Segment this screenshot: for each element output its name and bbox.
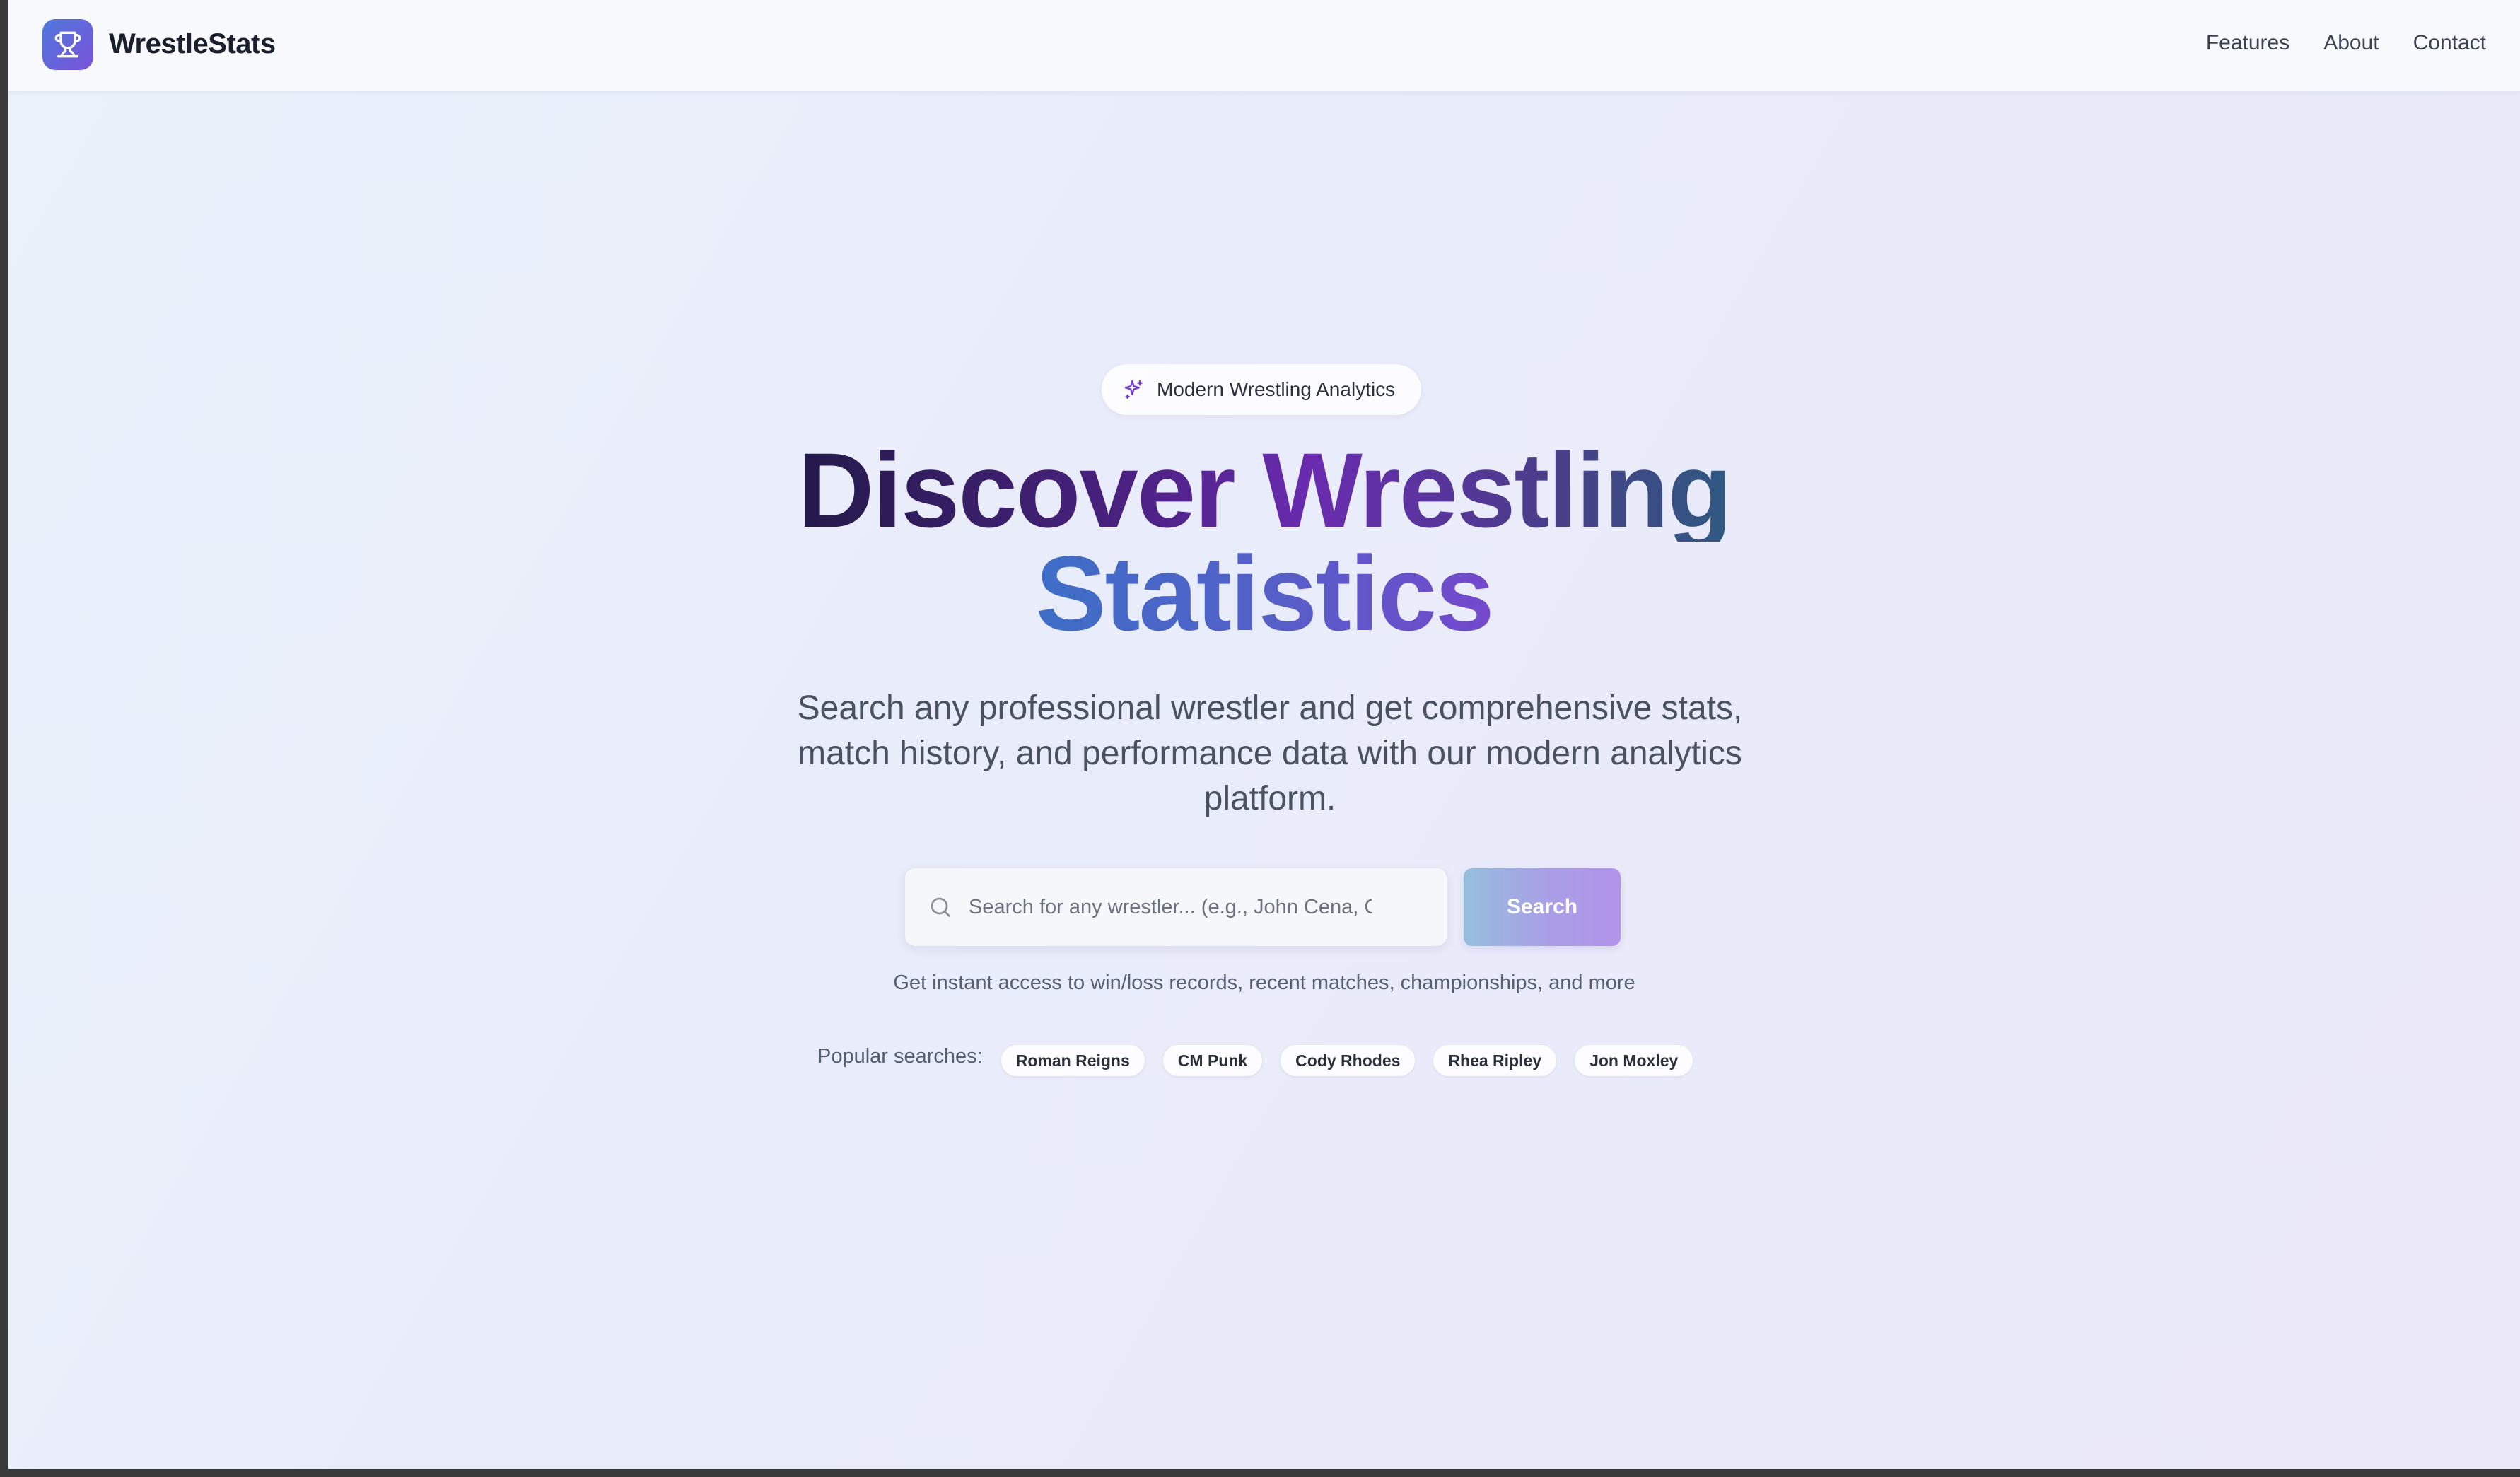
- hero-title: Discover Wrestling Statistics: [8, 431, 2520, 653]
- search-field[interactable]: [905, 868, 1447, 946]
- popular-chip-cody-rhodes[interactable]: Cody Rhodes: [1281, 1045, 1416, 1076]
- popular-searches-label: Popular searches:: [817, 1044, 983, 1068]
- popular-searches: Popular searches: Roman Reigns CM Punk C…: [817, 1045, 1693, 1076]
- sparkles-icon: [1124, 380, 1143, 399]
- hero-title-line-2: Statistics: [1035, 534, 1495, 653]
- search-button[interactable]: Search: [1464, 868, 1621, 946]
- badge-label: Modern Wrestling Analytics: [1157, 378, 1396, 400]
- nav-link-about[interactable]: About: [2323, 31, 2379, 55]
- app-window: WrestleStats Features About Contact Mode…: [8, 0, 2520, 1469]
- hero-subtitle: Search any professional wrestler and get…: [797, 689, 1743, 817]
- nav-link-contact[interactable]: Contact: [2413, 31, 2486, 55]
- search-helper-text: Get instant access to win/loss records, …: [893, 971, 1635, 994]
- search-input[interactable]: [967, 894, 1373, 920]
- main-nav: Features About Contact: [2206, 31, 2486, 55]
- hero-badge: Modern Wrestling Analytics: [1102, 364, 1421, 415]
- brand-name[interactable]: WrestleStats: [109, 28, 276, 60]
- logo[interactable]: [42, 19, 93, 70]
- popular-chip-roman-reigns[interactable]: Roman Reigns: [1001, 1045, 1145, 1076]
- top-navbar: WrestleStats Features About Contact: [8, 0, 2520, 92]
- popular-chip-cm-punk[interactable]: CM Punk: [1162, 1045, 1263, 1076]
- search-icon: [931, 897, 951, 918]
- popular-chip-rhea-ripley[interactable]: Rhea Ripley: [1433, 1045, 1557, 1076]
- popular-chip-jon-moxley[interactable]: Jon Moxley: [1575, 1045, 1693, 1076]
- nav-link-features[interactable]: Features: [2206, 31, 2289, 55]
- trophy-icon: [54, 31, 81, 58]
- hero-title-line-1: Discover Wrestling: [797, 431, 1732, 549]
